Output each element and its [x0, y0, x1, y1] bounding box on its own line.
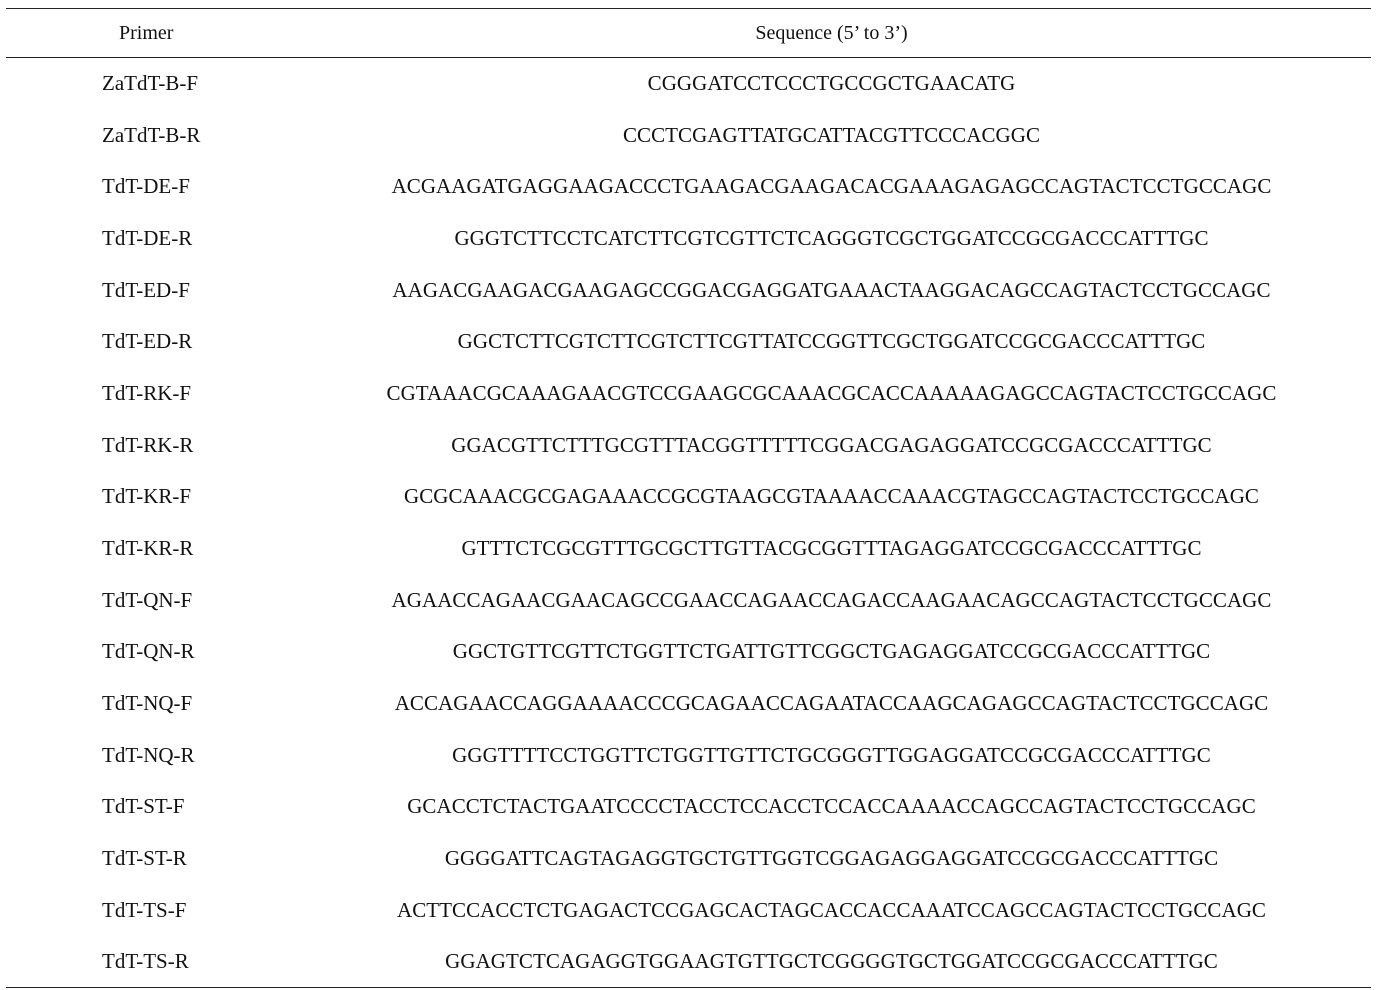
sequence-cell: CGTAAACGCAAAGAACGTCCGAAGCGCAAACGCACCAAAA…	[386, 380, 1277, 405]
primer-name-cell: ZaTdT-B-R	[102, 122, 201, 147]
primer-name-cell: TdT-ST-R	[102, 846, 187, 871]
primer-name-cell: TdT-KR-R	[102, 536, 194, 561]
sequence-cell: CCCTCGAGTTATGCATTACGTTCCCACGGC	[623, 122, 1040, 147]
sequence-cell: GGCTGTTCGTTCTGGTTCTGATTGTTCGGCTGAGAGGATC…	[452, 639, 1211, 664]
primer-name-cell: TdT-DE-R	[102, 225, 193, 250]
primer-name-cell: TdT-DE-F	[102, 174, 190, 199]
primer-name-cell: TdT-QN-F	[102, 587, 193, 612]
header-row: Primer Sequence (5’ to 3’)	[6, 8, 1371, 58]
sequence-cell: GGGGATTCAGTAGAGGTGCTGTTGGTCGGAGAGGAGGATC…	[444, 846, 1219, 871]
primer-name-cell: TdT-TS-R	[102, 949, 189, 974]
primer-table: Primer Sequence (5’ to 3’) ZaTdT-B-F CGGG…	[6, 8, 1371, 988]
sequence-cell: GCGCAAACGCGAGAAACCGCGTAAGCGTAAAACCAAACGT…	[404, 484, 1259, 509]
table-header: Primer Sequence (5’ to 3’)	[6, 8, 1371, 58]
table-row: ZaTdT-B-F CGGGATCCTCCCTGCCGCTGAACATG	[6, 58, 1371, 110]
primer-name-cell: TdT-RK-R	[102, 432, 194, 457]
table-row: TdT-ED-R GGCTCTTCGTCTTCGTCTTCGTTATCCGGTTC…	[6, 316, 1371, 368]
table-row: TdT-TS-R GGAGTCTCAGAGGTGGAAGTGTTGCTCGGGGT…	[6, 936, 1371, 988]
table-row: TdT-DE-F ACGAAGATGAGGAAGACCCTGAAGACGAAGAC…	[6, 161, 1371, 213]
header-sequence: Sequence (5’ to 3’)	[755, 21, 908, 44]
primer-name-cell: TdT-KR-F	[102, 484, 192, 509]
sequence-cell: ACCAGAACCAGGAAAACCCGCAGAACCAGAATACCAAGCA…	[394, 691, 1269, 716]
table-row: TdT-ED-F AAGACGAAGACGAAGAGCCGGACGAGGATGAA…	[6, 264, 1371, 316]
sequence-cell: GCACCTCTACTGAATCCCCTACCTCCACCTCCACCAAAAC…	[407, 794, 1256, 819]
table-row: ZaTdT-B-R CCCTCGAGTTATGCATTACGTTCCCACGGC	[6, 109, 1371, 161]
table-body: ZaTdT-B-F CGGGATCCTCCCTGCCGCTGAACATG ZaTdT…	[6, 58, 1371, 988]
sequence-cell: GGACGTTCTTTGCGTTTACGGTTTTTCGGACGAGAGGATC…	[451, 432, 1212, 457]
primer-name-cell: TdT-QN-R	[102, 639, 195, 664]
sequence-cell: GGGTTTTCCTGGTTCTGGTTGTTCTGCGGGTTGGAGGATC…	[452, 742, 1211, 767]
table-row: TdT-KR-F GCGCAAACGCGAGAAACCGCGTAAGCGTAAAA…	[6, 471, 1371, 523]
primer-name-cell: TdT-NQ-F	[102, 691, 193, 716]
primer-name-cell: TdT-ED-F	[102, 277, 190, 302]
table-row: TdT-QN-F AGAACCAGAACGAACAGCCGAACCAGAACCAG…	[6, 574, 1371, 626]
header-primer: Primer	[119, 21, 174, 44]
table-row: TdT-TS-F ACTTCCACCTCTGAGACTCCGAGCACTAGCAC…	[6, 885, 1371, 937]
sequence-cell: AAGACGAAGACGAAGAGCCGGACGAGGATGAAACTAAGGA…	[392, 277, 1271, 302]
sequence-cell: CGGGATCCTCCCTGCCGCTGAACATG	[647, 71, 1016, 96]
table-row: TdT-ST-F GCACCTCTACTGAATCCCCTACCTCCACCTCC…	[6, 781, 1371, 833]
table-row: TdT-RK-F CGTAAACGCAAAGAACGTCCGAAGCGCAAACG…	[6, 368, 1371, 420]
primer-name-cell: TdT-ST-F	[102, 794, 185, 819]
sequence-cell: AGAACCAGAACGAACAGCCGAACCAGAACCAGACCAAGAA…	[391, 587, 1272, 612]
primer-table-container: Primer Sequence (5’ to 3’) ZaTdT-B-F CGGG…	[6, 8, 1371, 988]
sequence-cell: GGGTCTTCCTCATCTTCGTCGTTCTCAGGGTCGCTGGATC…	[454, 225, 1209, 250]
table-row: TdT-DE-R GGGTCTTCCTCATCTTCGTCGTTCTCAGGGTC…	[6, 213, 1371, 265]
table-row: TdT-NQ-R GGGTTTTCCTGGTTCTGGTTGTTCTGCGGGTT…	[6, 729, 1371, 781]
primer-name-cell: ZaTdT-B-F	[102, 71, 199, 96]
primer-name-cell: TdT-TS-F	[102, 897, 187, 922]
sequence-cell: ACTTCCACCTCTGAGACTCCGAGCACTAGCACCACCAAAT…	[397, 897, 1266, 922]
sequence-cell: GGAGTCTCAGAGGTGGAAGTGTTGCTCGGGGTGCTGGATC…	[445, 949, 1218, 974]
primer-name-cell: TdT-RK-F	[102, 380, 192, 405]
sequence-cell: ACGAAGATGAGGAAGACCCTGAAGACGAAGACACGAAAGA…	[391, 174, 1272, 199]
table-row: TdT-KR-R GTTTCTCGCGTTTGCGCTTGTTACGCGGTTTA…	[6, 523, 1371, 575]
table-row: TdT-RK-R GGACGTTCTTTGCGTTTACGGTTTTTCGGACG…	[6, 419, 1371, 471]
primer-name-cell: TdT-NQ-R	[102, 742, 195, 767]
table-row: TdT-NQ-F ACCAGAACCAGGAAAACCCGCAGAACCAGAAT…	[6, 678, 1371, 730]
table-row: TdT-QN-R GGCTGTTCGTTCTGGTTCTGATTGTTCGGCTG…	[6, 626, 1371, 678]
primer-name-cell: TdT-ED-R	[102, 329, 193, 354]
sequence-cell: GGCTCTTCGTCTTCGTCTTCGTTATCCGGTTCGCTGGATC…	[457, 329, 1206, 354]
sequence-cell: GTTTCTCGCGTTTGCGCTTGTTACGCGGTTTAGAGGATCC…	[461, 536, 1202, 561]
table-row: TdT-ST-R GGGGATTCAGTAGAGGTGCTGTTGGTCGGAGA…	[6, 833, 1371, 885]
